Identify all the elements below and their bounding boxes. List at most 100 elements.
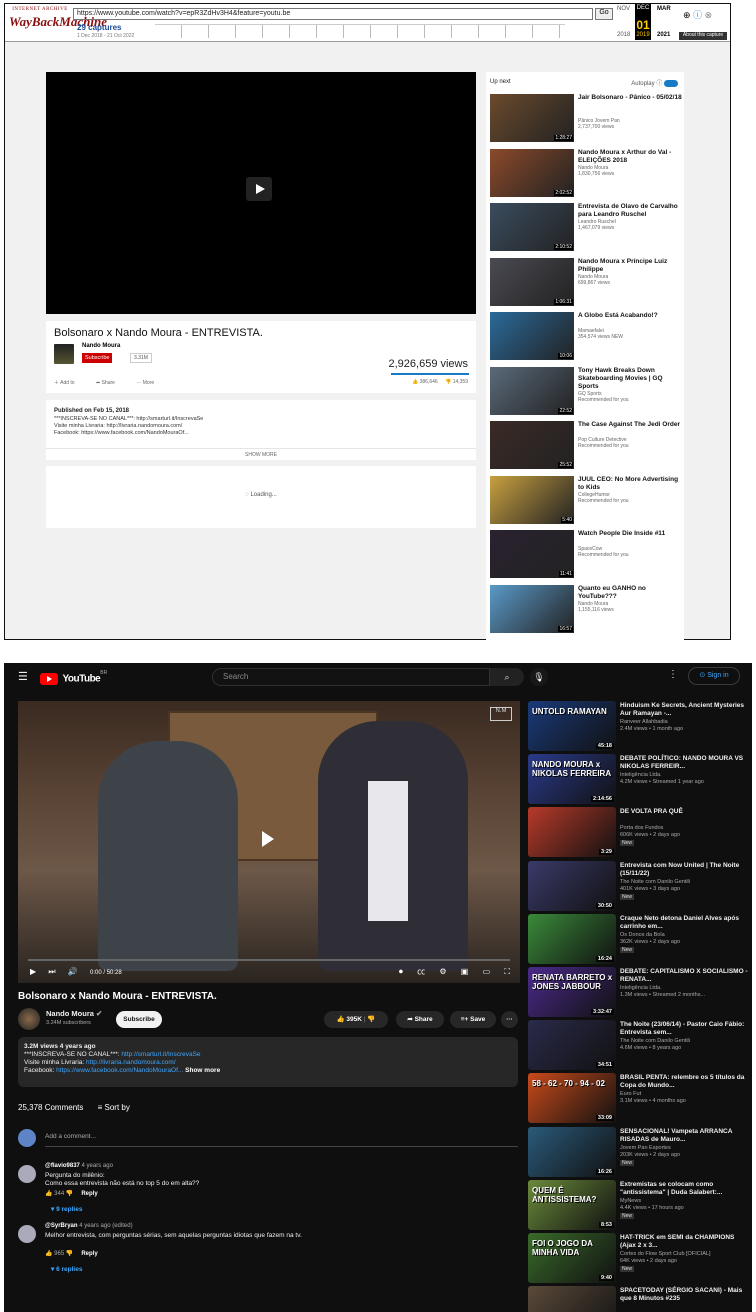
search-input[interactable]: Search [212, 668, 490, 686]
video-thumbnail[interactable] [528, 1286, 616, 1312]
video-title[interactable]: SPACETODAY (SÉRGIO SACANI) - Mais que 8 … [620, 1287, 748, 1303]
channel-name[interactable]: MyNews [620, 1198, 641, 1205]
play-icon[interactable] [262, 831, 274, 847]
recommended-video[interactable]: 16:24 Craque Neto detona Daniel Alves apó… [528, 913, 750, 966]
more-button[interactable]: ··· More [136, 380, 164, 386]
commenter-avatar[interactable] [18, 1225, 36, 1243]
recommended-video[interactable]: 25:52 The Case Against The Jedi Order Pop … [490, 421, 682, 471]
video-thumbnail[interactable]: RENATA BARRETO x JONES JABBOUR 3:32:47 [528, 967, 616, 1017]
recommended-video[interactable]: 58 - 62 - 70 - 94 - 02 33:09 BRASIL PENTA:… [528, 1073, 750, 1125]
video-title[interactable]: Extremistas se colocam como "antissistem… [620, 1181, 748, 1197]
dislike-button[interactable]: 👎 14,359 [445, 379, 468, 385]
video-title[interactable]: HAT-TRICK em SEMI da CHAMPIONS (Ajax 2 x… [620, 1234, 748, 1250]
fullscreen-icon[interactable]: ⛶ [504, 967, 510, 976]
recommended-video[interactable]: 2:02:52 Nando Moura x Arthur do Val - ELE… [490, 148, 682, 199]
recommended-video[interactable]: 11:41 Watch People Die Inside #11 SpaceCow… [490, 530, 682, 580]
video-thumbnail[interactable]: UNTOLD RAMAYAN 45:18 [528, 701, 616, 751]
recommended-video[interactable]: 16:57 Quanto eu GANHO no YouTube??? Nando … [490, 584, 682, 635]
recommended-video[interactable]: 2:10:52 Entrevista de Olavo de Carvalho p… [490, 203, 682, 253]
video-title[interactable]: Watch People Die Inside #11 [578, 530, 682, 538]
capture-sparkline[interactable] [155, 24, 565, 38]
channel-name[interactable]: Nando Moura [82, 343, 120, 349]
video-thumbnail[interactable]: 22:52 [490, 366, 574, 415]
channel-name[interactable]: Os Donos da Bola [620, 932, 665, 939]
channel-avatar[interactable] [18, 1008, 40, 1030]
video-title[interactable]: DE VOLTA PRA QUÊ [620, 808, 748, 816]
view-replies-button[interactable]: ▾ 9 replies [51, 1205, 82, 1213]
month-prev[interactable]: NOV [617, 6, 630, 12]
volume-icon[interactable]: 🔊 [68, 967, 78, 976]
video-thumbnail[interactable]: QUEM É ANTISSISTEMA? 8:53 [528, 1179, 616, 1230]
video-thumbnail[interactable]: 25:52 [490, 421, 574, 469]
play-button-icon[interactable]: ▶ [30, 967, 36, 976]
like-dislike-button[interactable]: 👍 395K | 👎 [324, 1011, 388, 1028]
search-button[interactable]: ⌕ [490, 668, 524, 686]
recommended-video[interactable]: QUEM É ANTISSISTEMA? 8:53 Extremistas se c… [528, 1179, 750, 1232]
video-thumbnail[interactable]: 2:10:52 [490, 203, 574, 251]
hamburger-menu-icon[interactable]: ☰ [18, 670, 28, 683]
video-title[interactable]: BRASIL PENTA: relembre os 5 títulos da C… [620, 1074, 748, 1090]
subscribe-button[interactable]: Subscribe [116, 1011, 162, 1028]
toggle-switch[interactable] [664, 79, 678, 87]
miniplayer-icon[interactable]: ▣ [461, 967, 469, 976]
share-button[interactable]: ➦ Share [96, 380, 125, 386]
description-box[interactable]: 3.2M views 4 years ago ***INSCREVA-SE NO… [18, 1037, 518, 1087]
settings-menu-icon[interactable]: ⋮ [668, 669, 678, 680]
progress-bar[interactable] [28, 959, 510, 961]
recommended-video[interactable]: NANDO MOURA x NIKOLAS FERREIRA 2:14:56 DEB… [528, 754, 750, 806]
share-button[interactable]: ➦ Share [396, 1011, 444, 1028]
dislike-comment-icon[interactable]: 👎 [66, 1191, 73, 1197]
channel-name[interactable]: Inteligência Ltda. [620, 772, 662, 779]
like-comment-icon[interactable]: 👍 [45, 1251, 52, 1257]
video-thumbnail[interactable]: 30:50 [528, 860, 616, 911]
recommended-video[interactable]: 1:06:31 Nando Moura x Príncipe Luiz Phili… [490, 257, 682, 308]
recommended-video[interactable]: 3:29 DE VOLTA PRA QUÊ Porta dos Fundos 606K… [528, 807, 750, 859]
store-link[interactable]: http://livraria.nandomoura.com/ [86, 1059, 176, 1066]
channel-name[interactable]: Nando Moura ✔ [46, 1009, 102, 1018]
channel-name[interactable]: The Noite com Danilo Gentili [620, 1038, 690, 1045]
subscribe-link[interactable]: http://smarturl.it/InscrevaSe [121, 1051, 200, 1058]
video-title[interactable]: DEBATE POLÍTICO: NANDO MOURA VS NIKOLAS … [620, 755, 748, 771]
wayback-url-input[interactable]: https://www.youtube.com/watch?v=epR3ZdHv… [73, 8, 593, 20]
video-thumbnail[interactable]: 2:02:52 [490, 148, 574, 197]
captions-icon[interactable]: ㏄ [417, 967, 425, 976]
recommended-video[interactable]: 22:52 Tony Hawk Breaks Down Skateboarding… [490, 366, 682, 417]
recommended-video[interactable]: 30:50 Entrevista com Now United | The Noi… [528, 860, 750, 913]
year-prev[interactable]: 2018 [617, 32, 630, 38]
autoplay-toggle[interactable]: Autoplay ⓘ [631, 78, 678, 87]
settings-gear-icon[interactable]: ⚙ [439, 967, 446, 976]
recommended-video[interactable]: 34:51 The Noite (23/06/14) - Pastor Caio … [528, 1020, 750, 1072]
sign-in-button[interactable]: ⊙ Sign in [688, 667, 740, 685]
video-player[interactable]: N.M ▶ ⏭ 🔊 0:00 / 50:28 ⏺ ㏄ ⚙ ▣ ▭ ⛶ [18, 701, 520, 983]
recommended-video[interactable]: UNTOLD RAMAYAN 45:18 Hinduism Ke Secrets, … [528, 701, 750, 753]
wayback-logo[interactable]: INTERNET ARCHIVE WayBackMachine [9, 7, 107, 37]
subscribe-button[interactable]: Subscribe [82, 353, 113, 363]
video-thumbnail[interactable]: FOI O JOGO DA MINHA VIDA 9:40 [528, 1233, 616, 1283]
video-player[interactable] [46, 72, 476, 314]
recommended-video[interactable]: 1:28:27 Jair Bolsonaro - Pânico - 05/02/1… [490, 94, 682, 144]
view-replies-button[interactable]: ▾ 6 replies [51, 1265, 82, 1273]
video-title[interactable]: Quanto eu GANHO no YouTube??? [578, 585, 682, 601]
autoplay-toggle-icon[interactable]: ⏺ [399, 967, 403, 976]
channel-name[interactable]: The Noite com Danilo Gentili [620, 879, 690, 886]
video-title[interactable]: The Noite (23/06/14) - Pastor Caio Fábio… [620, 1021, 748, 1037]
video-thumbnail[interactable]: 11:41 [490, 530, 574, 578]
video-thumbnail[interactable]: 16:24 [528, 913, 616, 964]
next-button-icon[interactable]: ⏭ [48, 967, 55, 976]
reply-button[interactable]: Reply [81, 1251, 97, 1257]
video-title[interactable]: Tony Hawk Breaks Down Skateboarding Movi… [578, 367, 682, 391]
youtube-logo[interactable]: YouTubeBR [40, 670, 107, 685]
play-button-icon[interactable] [246, 177, 272, 201]
month-next[interactable]: MAR [657, 6, 671, 12]
account-icon[interactable]: ⊕ [683, 10, 691, 20]
close-icon[interactable]: ⊗ [705, 10, 713, 20]
video-thumbnail[interactable]: 1:06:31 [490, 257, 574, 306]
video-title[interactable]: DEBATE: CAPITALISMO X SOCIALISMO - RENAT… [620, 968, 748, 984]
show-more-button[interactable]: Show more [185, 1067, 220, 1074]
wayback-go-button[interactable]: Go [595, 8, 613, 20]
video-title[interactable]: SENSACIONAL! Vampeta ARRANCA RISADAS de … [620, 1128, 748, 1144]
theater-mode-icon[interactable]: ▭ [483, 967, 491, 976]
channel-name[interactable]: Jovem Pan Esportes [620, 1145, 671, 1152]
show-more-button[interactable]: SHOW MORE [46, 448, 476, 458]
reply-button[interactable]: Reply [81, 1191, 97, 1197]
